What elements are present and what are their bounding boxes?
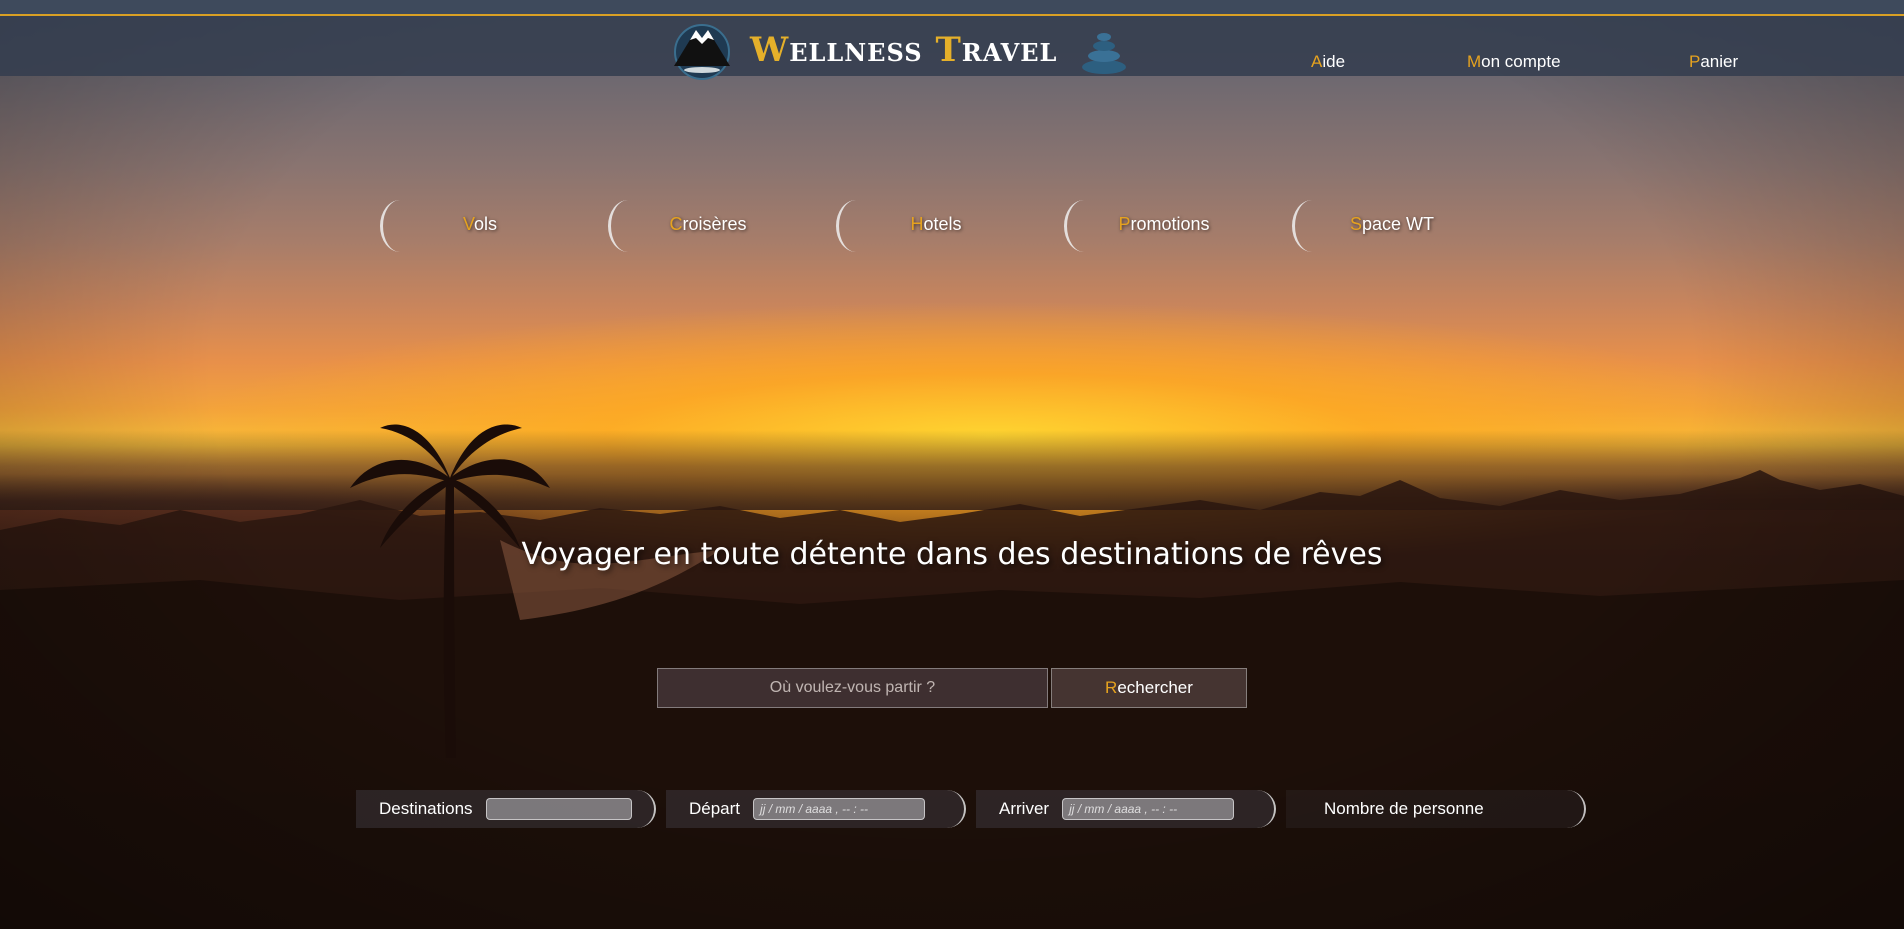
- brand-name: Wellness Travel: [750, 30, 1057, 70]
- nav-compte-initial: M: [1467, 52, 1482, 71]
- brand-initial-2: T: [935, 30, 962, 70]
- nav-panier-initial: P: [1689, 52, 1701, 71]
- category-space-wt[interactable]: Space WT: [1292, 200, 1492, 252]
- category-croisieres-label: Croisères: [669, 214, 747, 234]
- category-hotels-label: Hotels: [910, 214, 962, 234]
- destinations-label: Destinations: [379, 799, 473, 818]
- destinations-field[interactable]: [485, 798, 632, 820]
- filter-depart: Départ jj / mm / aaaa , -- : --: [666, 790, 966, 828]
- nav-aide-link[interactable]: Aide: [1311, 52, 1345, 72]
- top-header: Wellness Travel Aide Mon compte Panier: [0, 0, 1904, 80]
- arriver-datetime-field[interactable]: jj / mm / aaaa , -- : --: [1062, 798, 1235, 820]
- filter-nombre-personne[interactable]: Nombre de personne: [1286, 790, 1586, 828]
- search-button[interactable]: Rechercher: [1051, 668, 1247, 708]
- nav-aide-initial: A: [1311, 52, 1323, 71]
- horizon-fog: [0, 430, 1904, 510]
- palm-tree-silhouette: [350, 424, 550, 758]
- search-bar: Rechercher: [657, 668, 1247, 708]
- mountain-logo-icon: [674, 24, 730, 80]
- search-input[interactable]: [657, 668, 1048, 708]
- filter-destinations: Destinations: [356, 790, 656, 828]
- arriver-label: Arriver: [999, 799, 1050, 818]
- category-hotels[interactable]: Hotels: [836, 200, 1036, 252]
- brand-word-2: ravel: [961, 30, 1058, 70]
- nav-aide-label: ide: [1322, 52, 1346, 71]
- brand-word-1: ellness: [789, 30, 923, 70]
- booking-filters: Destinations Départ jj / mm / aaaa , -- …: [356, 790, 1586, 830]
- brand-initial: W: [750, 30, 790, 70]
- filter-arriver: Arriver jj / mm / aaaa , -- : --: [976, 790, 1276, 828]
- category-promotions-label: Promotions: [1118, 214, 1210, 234]
- category-croisieres[interactable]: Croisères: [608, 200, 808, 252]
- category-vols-label: Vols: [462, 214, 498, 234]
- category-vols[interactable]: Vols: [380, 200, 580, 252]
- depart-label: Départ: [689, 799, 741, 818]
- nav-panier-link[interactable]: Panier: [1689, 52, 1738, 72]
- search-button-initial: R: [1105, 678, 1118, 697]
- search-button-label: echercher: [1117, 678, 1193, 697]
- nav-compte-label: on compte: [1481, 52, 1561, 71]
- nav-mon-compte-link[interactable]: Mon compte: [1467, 52, 1561, 72]
- category-promotions[interactable]: Promotions: [1064, 200, 1264, 252]
- brand-logo[interactable]: Wellness Travel: [668, 20, 1131, 80]
- persons-label: Nombre de personne: [1324, 799, 1484, 818]
- depart-datetime-field[interactable]: jj / mm / aaaa , -- : --: [753, 798, 926, 820]
- category-menu: Vols Croisères Hotels Promotions Space W…: [380, 200, 1520, 254]
- zen-stones-icon: [1082, 33, 1127, 74]
- category-space-wt-label: Space WT: [1349, 214, 1435, 234]
- hero-headline: Voyager en toute détente dans des destin…: [521, 537, 1383, 572]
- nav-panier-label: anier: [1700, 52, 1739, 71]
